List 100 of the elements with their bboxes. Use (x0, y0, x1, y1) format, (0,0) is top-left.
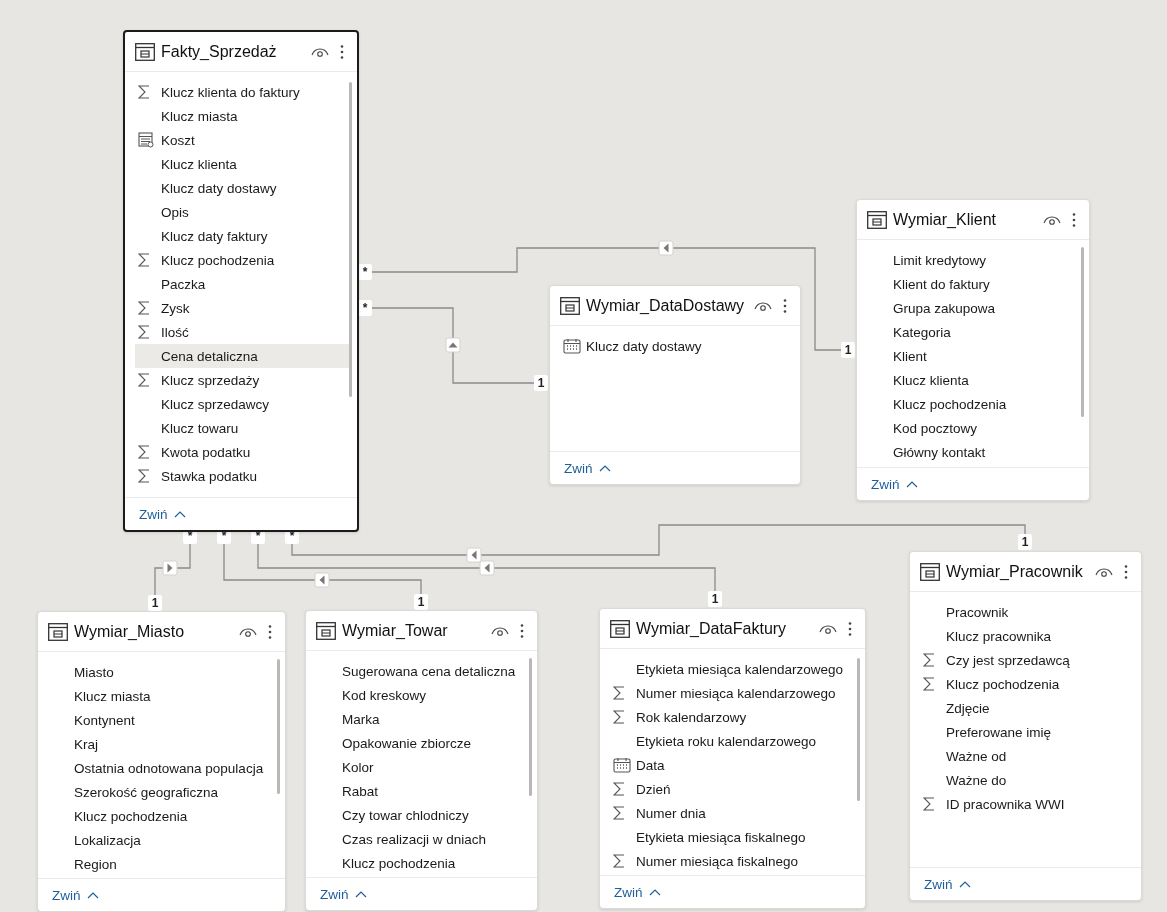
more-options-icon[interactable] (339, 43, 345, 60)
more-options-icon[interactable] (267, 623, 274, 640)
field-row[interactable]: Limit kredytowy (867, 248, 1071, 272)
collapse-button[interactable]: Zwiń (564, 460, 611, 476)
table-card[interactable]: Wymiar_Towar Sugerowana cena detaliczna Kod kreskowy Marka Opakowanie zbiorcze Kolor Rabat Czy towar chlodniczy Czas realizacji w dniach Klucz pochodzenia Zwiń (305, 610, 539, 911)
field-row[interactable]: ID pracownika WWI (920, 792, 1123, 816)
field-row[interactable]: Region (48, 852, 268, 876)
field-row[interactable]: Czas realizacji w dniach (316, 827, 520, 851)
calendar-icon (613, 757, 631, 773)
field-row[interactable]: Klucz towaru (135, 416, 339, 440)
field-row[interactable]: Klucz pochodzenia (135, 248, 339, 272)
field-row[interactable]: Klucz klienta do faktury (135, 80, 339, 104)
field-row[interactable]: Opis (135, 200, 339, 224)
field-row[interactable]: Ważne do (920, 768, 1123, 792)
field-row[interactable]: Etykieta miesiąca kalendarzowego (610, 657, 848, 681)
field-row[interactable]: Ilość (135, 320, 339, 344)
collapse-button[interactable]: Zwiń (320, 886, 367, 902)
field-row[interactable]: Kategoria (867, 320, 1071, 344)
chevron-up-icon (958, 880, 971, 888)
collapse-button[interactable]: Zwiń (871, 476, 918, 492)
field-row[interactable]: Lokalizacja (48, 828, 268, 852)
field-row[interactable]: Klucz klienta (867, 368, 1071, 392)
field-row[interactable]: Klucz miasta (48, 684, 268, 708)
field-row[interactable]: Klucz pochodzenia (48, 804, 268, 828)
collapse-button[interactable]: Zwiń (139, 506, 186, 522)
scrollbar[interactable] (1081, 247, 1084, 417)
eye-icon[interactable] (819, 622, 838, 635)
field-row[interactable]: Czy towar chlodniczy (316, 803, 520, 827)
field-row[interactable]: Dzień (610, 777, 848, 801)
field-row[interactable]: Kolor (316, 755, 520, 779)
more-options-icon[interactable] (782, 297, 789, 314)
field-row[interactable]: Sugerowana cena detaliczna (316, 659, 520, 683)
field-row[interactable]: Etykieta miesiąca fiskalnego (610, 825, 848, 849)
field-row[interactable]: Klient do faktury (867, 272, 1071, 296)
scrollbar[interactable] (857, 658, 861, 801)
field-row[interactable]: Klucz klienta (135, 152, 339, 176)
field-row[interactable]: Cena detaliczna (135, 344, 349, 368)
collapse-button[interactable]: Zwiń (52, 887, 99, 903)
field-row[interactable]: Klucz daty faktury (135, 224, 339, 248)
field-row[interactable]: Preferowane imię (920, 720, 1123, 744)
field-row[interactable]: Stawka podatku (135, 464, 339, 488)
field-row[interactable]: Klucz daty dostawy (560, 334, 783, 358)
scrollbar[interactable] (277, 659, 281, 794)
field-row[interactable]: Klucz pochodzenia (920, 672, 1123, 696)
field-row[interactable]: Opakowanie zbiorcze (316, 731, 520, 755)
field-row[interactable]: Marka (316, 707, 520, 731)
eye-icon[interactable] (311, 45, 329, 58)
eye-icon[interactable] (491, 624, 510, 637)
field-row[interactable]: Numer miesiąca kalendarzowego (610, 681, 848, 705)
field-row[interactable]: Kod kreskowy (316, 683, 520, 707)
field-row[interactable]: Kwota podatku (135, 440, 339, 464)
field-row[interactable]: Klucz daty dostawy (135, 176, 339, 200)
field-row[interactable]: Paczka (135, 272, 339, 296)
field-row[interactable]: Miasto (48, 660, 268, 684)
field-row[interactable]: Klucz miasta (135, 104, 339, 128)
field-row[interactable]: Ważne od (920, 744, 1123, 768)
table-icon (135, 42, 155, 61)
eye-icon[interactable] (1095, 565, 1113, 578)
field-row[interactable]: Zdjęcie (920, 696, 1123, 720)
field-row[interactable]: Numer miesiąca fiskalnego (610, 849, 848, 873)
field-row[interactable]: Klucz pochodzenia (867, 392, 1071, 416)
field-row[interactable]: Data (610, 753, 848, 777)
eye-icon[interactable] (1043, 213, 1061, 226)
relationship-line[interactable] (154, 543, 191, 596)
field-row[interactable]: Pracownik (920, 600, 1123, 624)
scrollbar[interactable] (529, 658, 533, 796)
field-row[interactable]: Kraj (48, 732, 268, 756)
scrollbar[interactable] (349, 82, 352, 397)
more-options-icon[interactable] (519, 622, 526, 639)
table-card[interactable]: Wymiar_Pracownik Pracownik Klucz pracownika Czy jest sprzedawcą Klucz pochodzenia Zdjęcie Preferowane imię Ważne od Ważne do ID pracownika WWI Zwiń (909, 551, 1142, 901)
field-row[interactable]: Rabat (316, 779, 520, 803)
field-row[interactable]: Rok kalendarzowy (610, 705, 848, 729)
field-row[interactable]: Klucz sprzedawcy (135, 392, 339, 416)
collapse-button[interactable]: Zwiń (924, 876, 971, 892)
field-row[interactable]: Kontynent (48, 708, 268, 732)
more-options-icon[interactable] (847, 620, 854, 637)
more-options-icon[interactable] (1123, 563, 1129, 580)
table-card[interactable]: Wymiar_DataDostawy Klucz daty dostawy Zwiń (549, 285, 802, 485)
field-row[interactable]: Grupa zakupowa (867, 296, 1071, 320)
field-row[interactable]: Klucz pracownika (920, 624, 1123, 648)
field-row[interactable]: Klucz sprzedaży (135, 368, 339, 392)
field-row[interactable]: Etykieta roku kalendarzowego (610, 729, 848, 753)
field-row[interactable]: Numer dnia (610, 801, 848, 825)
field-row[interactable]: Klient (867, 344, 1071, 368)
table-card[interactable] (123, 30, 359, 532)
table-card[interactable]: Wymiar_Klient Limit kredytowy Klient do faktury Grupa zakupowa Kategoria Klient Klucz klienta Klucz pochodzenia Kod pocztowy Główny kontakt Zwiń (856, 199, 1090, 501)
field-row[interactable]: Główny kontakt (867, 440, 1071, 464)
field-row[interactable]: Klucz pochodzenia (316, 851, 520, 875)
field-row[interactable]: Zysk (135, 296, 339, 320)
more-options-icon[interactable] (1071, 211, 1077, 228)
field-row[interactable]: Czy jest sprzedawcą (920, 648, 1123, 672)
field-row[interactable]: Ostatnia odnotowana populacja (48, 756, 268, 780)
eye-icon[interactable] (754, 299, 773, 312)
field-row[interactable]: Koszt (135, 128, 339, 152)
eye-icon[interactable] (239, 625, 258, 638)
calendar-icon (563, 338, 581, 354)
collapse-button[interactable]: Zwiń (614, 884, 661, 900)
field-row[interactable]: Szerokość geograficzna (48, 780, 268, 804)
table-card[interactable]: Wymiar_Miasto Miasto Klucz miasta Kontynent Kraj Ostatnia odnotowana populacja Szerokość geograficzna Klucz pochodzenia Lokalizacja Region Zwiń (37, 611, 287, 912)
field-row[interactable]: Kod pocztowy (867, 416, 1071, 440)
